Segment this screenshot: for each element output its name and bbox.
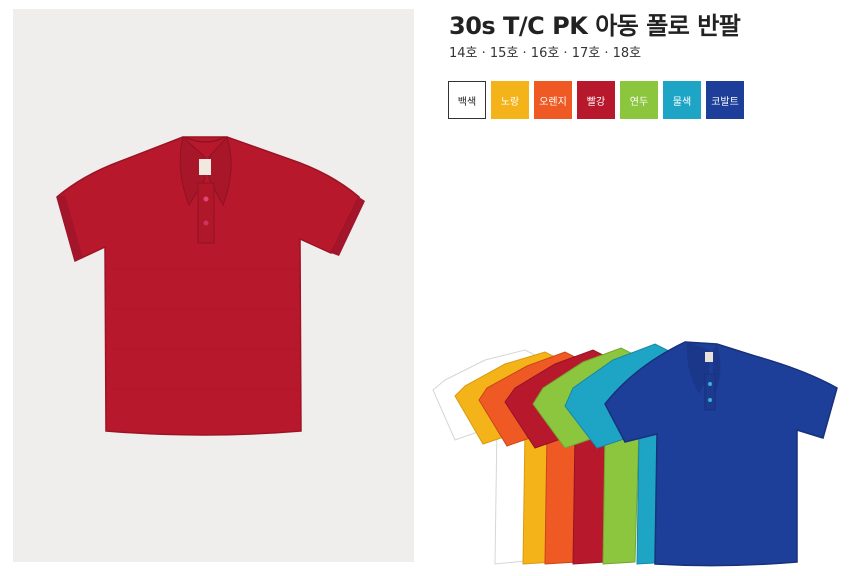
red-polo-shirt-image: [56, 136, 365, 436]
color-swatch-label: 물색: [672, 96, 692, 108]
color-swatch-red[interactable]: 빨강: [577, 81, 615, 119]
color-swatch-skyblue[interactable]: 물색: [663, 81, 701, 119]
color-swatch-lightgreen[interactable]: 연두: [620, 81, 658, 119]
color-swatch-white[interactable]: 백색: [448, 81, 486, 119]
color-swatch-yellow[interactable]: 노랑: [491, 81, 529, 119]
color-swatch-label: 백색: [457, 96, 477, 108]
size-list: 14호 · 15호 · 16호 · 17호 · 18호: [449, 46, 642, 61]
main-product-image: [13, 9, 414, 562]
polo-lineup-svg: [432, 341, 838, 567]
color-swatch-orange[interactable]: 오렌지: [534, 81, 572, 119]
color-swatch-cobalt[interactable]: 코발트: [706, 81, 744, 119]
color-swatch-label: 노랑: [500, 96, 520, 108]
color-swatch-label: 오렌지: [539, 96, 567, 108]
color-lineup-image: [425, 330, 845, 570]
product-title: 30s T/C PK 아동 폴로 반팔: [449, 12, 741, 40]
color-swatch-label: 연두: [629, 96, 649, 108]
color-swatch-label: 빨강: [586, 96, 606, 108]
color-swatch-label: 코발트: [711, 96, 739, 108]
